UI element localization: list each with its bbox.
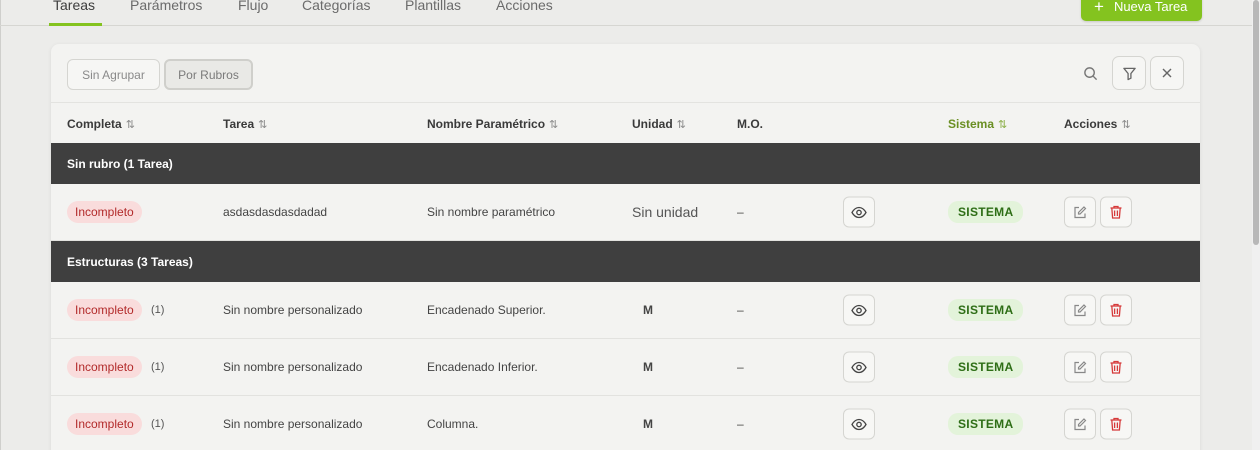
- parametric-name: Encadenado Superior.: [427, 303, 546, 317]
- tab-parametros[interactable]: Parámetros: [130, 0, 202, 13]
- table-row[interactable]: Incompleto (1) Sin nombre personalizado …: [51, 339, 1200, 396]
- mo-value: –: [737, 205, 744, 219]
- edit-icon: [1074, 303, 1087, 316]
- table-toolbar: Sin Agrupar Por Rubros: [51, 44, 1200, 102]
- group-by-rubro-button[interactable]: Por Rubros: [164, 59, 253, 90]
- sort-icon: ⇅: [1121, 119, 1131, 131]
- task-name: Sin nombre personalizado: [223, 303, 363, 317]
- new-task-button[interactable]: + Nueva Tarea: [1081, 0, 1202, 21]
- edit-button[interactable]: [1064, 408, 1096, 440]
- col-completa[interactable]: Completa ⇅: [67, 117, 135, 131]
- incomplete-count: (1): [151, 418, 165, 430]
- unit: Sin unidad: [632, 204, 699, 220]
- unit: M: [643, 303, 653, 317]
- table-row[interactable]: Incompleto (1) Sin nombre personalizado …: [51, 396, 1200, 450]
- sort-icon: ⇅: [549, 119, 559, 131]
- filter-icon: [1122, 67, 1136, 80]
- group-header-sin-rubro[interactable]: Sin rubro (1 Tarea): [51, 143, 1200, 184]
- edit-button[interactable]: [1064, 196, 1096, 228]
- eye-icon: [851, 418, 867, 430]
- new-task-label: Nueva Tarea: [1113, 0, 1188, 14]
- close-icon: [1162, 68, 1172, 78]
- tab-categorias[interactable]: Categorías: [302, 0, 370, 13]
- edit-icon: [1074, 360, 1087, 373]
- eye-icon: [851, 206, 867, 218]
- group-header-estructuras[interactable]: Estructuras (3 Tareas): [51, 241, 1200, 282]
- page-scrollbar-thumb[interactable]: [1253, 0, 1259, 245]
- view-button[interactable]: [843, 294, 875, 326]
- clear-button[interactable]: [1150, 56, 1184, 90]
- status-badge: Incompleto: [67, 413, 142, 435]
- eye-icon: [851, 361, 867, 373]
- task-name: asdasdasdasdadad: [223, 205, 328, 219]
- tasks-card: Sin Agrupar Por Rubros Completa ⇅ Tarea ⇅ …: [51, 44, 1200, 450]
- col-acciones[interactable]: Acciones ⇅: [1064, 117, 1131, 131]
- tab-plantillas[interactable]: Plantillas: [405, 0, 461, 13]
- sort-icon: ⇅: [676, 119, 686, 131]
- task-name: Sin nombre personalizado: [223, 417, 363, 431]
- status-badge: Incompleto: [67, 356, 142, 378]
- trash-icon: [1110, 205, 1122, 219]
- edit-button[interactable]: [1064, 351, 1096, 383]
- search-button[interactable]: [1075, 56, 1105, 90]
- incomplete-count: (1): [151, 361, 165, 373]
- search-icon: [1083, 66, 1097, 80]
- tab-acciones[interactable]: Acciones: [496, 0, 553, 13]
- unit: M: [643, 360, 653, 374]
- sort-icon: ⇅: [125, 119, 135, 131]
- delete-button[interactable]: [1100, 408, 1132, 440]
- sort-icon: ⇅: [258, 119, 268, 131]
- delete-button[interactable]: [1100, 351, 1132, 383]
- unit: M: [643, 417, 653, 431]
- edit-icon: [1074, 417, 1087, 430]
- mo-value: –: [737, 360, 744, 374]
- trash-icon: [1110, 360, 1122, 374]
- eye-icon: [851, 304, 867, 316]
- parametric-name: Columna.: [427, 417, 479, 431]
- status-badge: Incompleto: [67, 299, 142, 321]
- edit-button[interactable]: [1064, 294, 1096, 326]
- delete-button[interactable]: [1100, 294, 1132, 326]
- table-row[interactable]: Incompleto (1) Sin nombre personalizado …: [51, 282, 1200, 339]
- window-left-border: [0, 0, 1, 450]
- table-header: Completa ⇅ Tarea ⇅ Nombre Paramétrico ⇅ Uni…: [51, 102, 1200, 143]
- filter-button[interactable]: [1112, 56, 1146, 90]
- system-badge: SISTEMA: [948, 413, 1024, 435]
- sort-icon: ⇅: [998, 119, 1008, 131]
- task-name: Sin nombre personalizado: [223, 360, 363, 374]
- col-tarea[interactable]: Tarea ⇅: [223, 117, 267, 131]
- status-badge: Incompleto: [67, 201, 142, 223]
- view-button[interactable]: [843, 196, 875, 228]
- top-nav: Tareas Parámetros Flujo Categorías Plant…: [0, 0, 1252, 26]
- tab-flujo[interactable]: Flujo: [238, 0, 268, 13]
- active-tab-indicator: [49, 23, 102, 26]
- edit-icon: [1074, 205, 1087, 218]
- view-button[interactable]: [843, 351, 875, 383]
- system-badge: SISTEMA: [948, 356, 1024, 378]
- view-button[interactable]: [843, 408, 875, 440]
- col-unidad[interactable]: Unidad ⇅: [632, 117, 686, 131]
- system-badge: SISTEMA: [948, 201, 1024, 223]
- parametric-name: Sin nombre paramétrico: [427, 205, 556, 219]
- delete-button[interactable]: [1100, 196, 1132, 228]
- parametric-name: Encadenado Inferior.: [427, 360, 538, 374]
- plus-icon: +: [1094, 0, 1104, 16]
- mo-value: –: [737, 417, 744, 431]
- col-nombre-parametrico[interactable]: Nombre Paramétrico ⇅: [427, 117, 558, 131]
- col-sistema[interactable]: Sistema ⇅: [948, 117, 1007, 131]
- col-mo: M.O.: [737, 117, 763, 131]
- incomplete-count: (1): [151, 304, 165, 316]
- tab-tareas[interactable]: Tareas: [53, 0, 95, 13]
- system-badge: SISTEMA: [948, 299, 1024, 321]
- table-row[interactable]: Incompleto asdasdasdasdadad Sin nombre p…: [51, 184, 1200, 241]
- group-none-button[interactable]: Sin Agrupar: [67, 59, 160, 90]
- trash-icon: [1110, 417, 1122, 431]
- trash-icon: [1110, 303, 1122, 317]
- mo-value: –: [737, 303, 744, 317]
